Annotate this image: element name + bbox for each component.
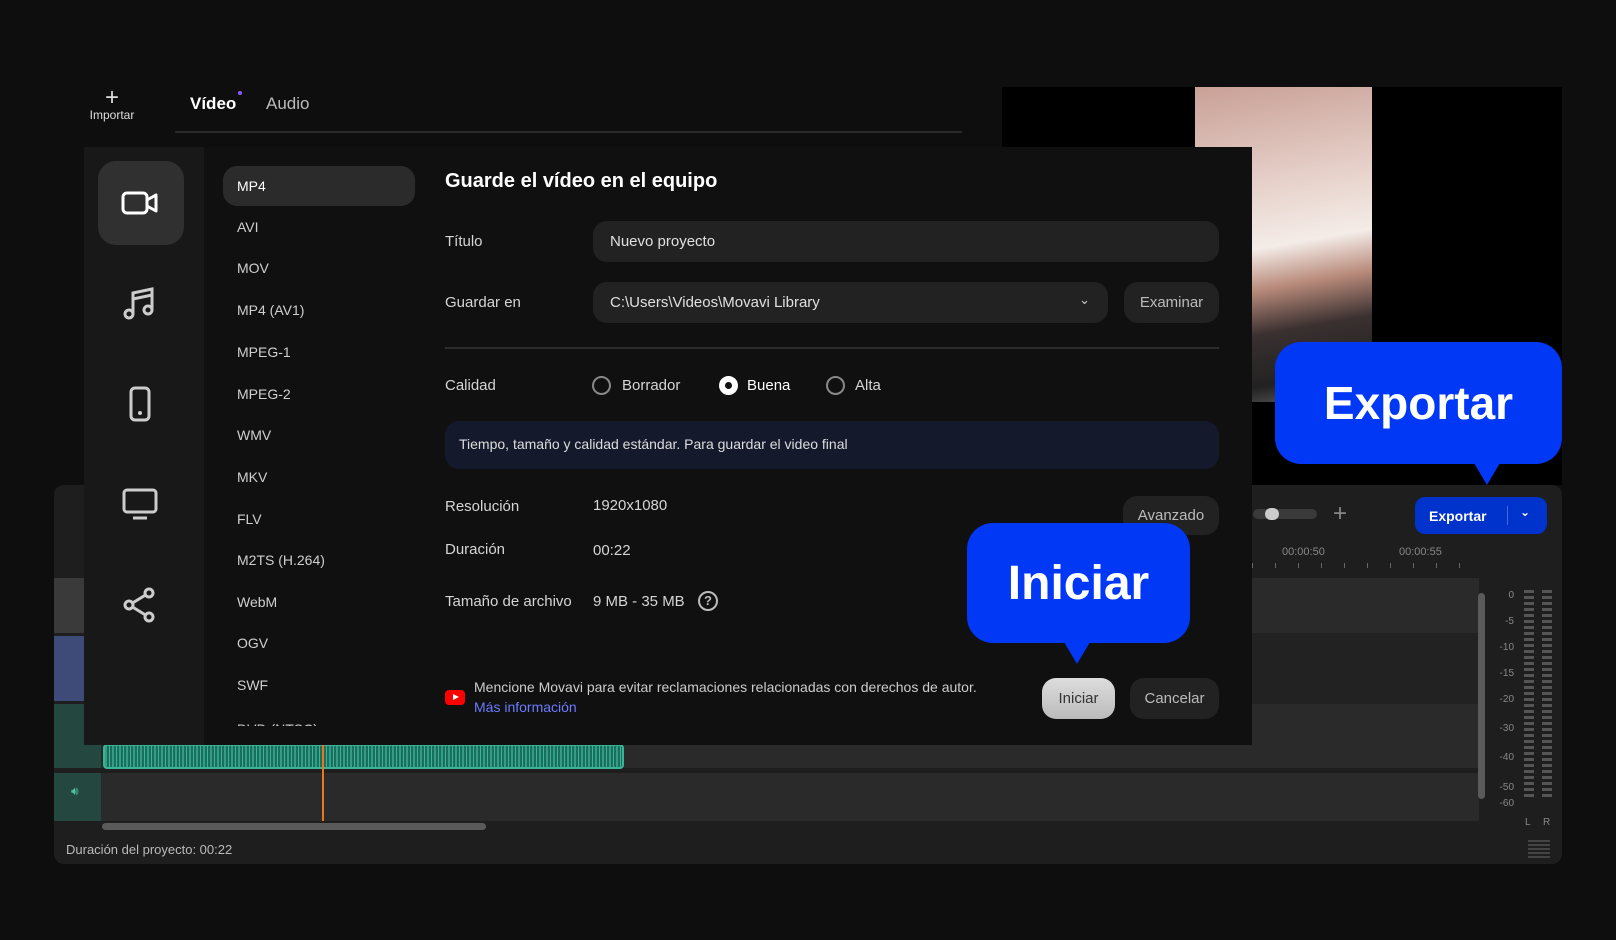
tab-indicator-dot xyxy=(238,91,242,95)
start-callout: Iniciar xyxy=(967,523,1190,643)
monitor-icon[interactable] xyxy=(120,484,160,524)
start-button[interactable]: Iniciar xyxy=(1042,678,1115,719)
quality-radio-draft[interactable] xyxy=(592,376,611,395)
tab-video[interactable]: Vídeo xyxy=(190,94,236,114)
meter-label: -10 xyxy=(1499,642,1514,653)
meter-label: -60 xyxy=(1499,798,1514,809)
ruler-ticks xyxy=(1252,563,1472,568)
timestamp: 00:00:55 xyxy=(1399,546,1442,558)
quality-label: Calidad xyxy=(445,377,496,394)
quality-info-box: Tiempo, tamaño y calidad estándar. Para … xyxy=(445,421,1219,469)
export-callout-tail xyxy=(1474,463,1500,485)
help-icon[interactable]: ? xyxy=(698,591,718,611)
title-label: Título xyxy=(445,233,483,250)
format-item[interactable]: MOV xyxy=(223,248,415,288)
zoom-in-icon[interactable]: + xyxy=(1333,500,1347,528)
meter-label: -15 xyxy=(1499,668,1514,679)
video-icon[interactable] xyxy=(120,183,160,223)
timestamp: 00:00:50 xyxy=(1282,546,1325,558)
zoom-slider-thumb[interactable] xyxy=(1265,508,1279,520)
meter-label: -20 xyxy=(1499,694,1514,705)
format-item[interactable]: MKV xyxy=(223,457,415,497)
quality-option-label[interactable]: Buena xyxy=(747,377,790,394)
filesize-label: Tamaño de archivo xyxy=(445,593,572,610)
format-item[interactable]: OGV xyxy=(223,623,415,663)
copyright-notice: Mencione Movavi para evitar reclamacione… xyxy=(474,679,977,695)
meter-label: -5 xyxy=(1505,616,1514,627)
chevron-down-icon[interactable]: ⌄ xyxy=(1520,505,1530,519)
zoom-slider[interactable] xyxy=(1253,508,1317,520)
dialog-heading: Guarde el vídeo en el equipo xyxy=(445,170,718,192)
project-duration: Duración del proyecto: 00:22 xyxy=(66,842,233,857)
format-item[interactable]: DVD (NTSC) xyxy=(223,717,415,726)
duration-value: 00:22 xyxy=(593,542,631,559)
horizontal-scrollbar[interactable] xyxy=(102,823,486,830)
resolution-label: Resolución xyxy=(445,498,520,515)
resolution-value: 1920x1080 xyxy=(593,497,668,514)
cancel-button[interactable]: Cancelar xyxy=(1130,678,1219,719)
format-item[interactable]: AVI xyxy=(223,207,415,247)
title-input[interactable]: Nuevo proyecto xyxy=(593,221,1219,262)
duration-label: Duración xyxy=(445,541,506,558)
quality-option-label[interactable]: Alta xyxy=(855,377,881,394)
format-item[interactable]: M2TS (H.264) xyxy=(223,540,415,580)
youtube-icon xyxy=(445,690,465,705)
audio-meter-left xyxy=(1524,590,1534,800)
quality-radio-high[interactable] xyxy=(826,376,845,395)
quality-radio-good[interactable] xyxy=(719,376,738,395)
meter-channel-label: R xyxy=(1543,817,1551,828)
format-item[interactable]: SWF xyxy=(223,665,415,705)
share-icon[interactable] xyxy=(120,585,160,625)
speaker-icon[interactable]: 🔊︎ xyxy=(71,784,79,799)
playhead[interactable] xyxy=(322,740,324,821)
chevron-down-icon: ⌄ xyxy=(1079,292,1090,307)
more-info-link[interactable]: Más información xyxy=(474,699,577,715)
tab-divider xyxy=(175,131,962,133)
browse-button[interactable]: Examinar xyxy=(1124,282,1219,323)
format-item[interactable]: MPEG-1 xyxy=(223,332,415,372)
phone-icon[interactable] xyxy=(120,384,160,424)
quality-option-label[interactable]: Borrador xyxy=(622,377,680,394)
layout-toggle-icon[interactable] xyxy=(1528,840,1550,858)
plus-icon: + xyxy=(104,84,119,111)
meter-label: -30 xyxy=(1499,723,1514,734)
meter-channel-label: L xyxy=(1525,817,1531,828)
format-item[interactable]: MP4 (AV1) xyxy=(223,290,415,330)
save-location-label: Guardar en xyxy=(445,294,521,311)
format-item-mp4[interactable]: MP4 xyxy=(223,166,415,206)
tab-audio[interactable]: Audio xyxy=(266,94,309,114)
format-item[interactable]: WMV xyxy=(223,415,415,455)
export-callout: Exportar xyxy=(1275,342,1562,464)
divider xyxy=(445,347,1219,349)
audio-meter-right xyxy=(1542,590,1552,800)
export-button[interactable]: Exportar ⌄ xyxy=(1415,497,1547,534)
start-callout-tail xyxy=(1064,642,1090,664)
import-button[interactable]: + Importar xyxy=(84,84,140,123)
meter-label: -40 xyxy=(1499,752,1514,763)
filesize-value: 9 MB - 35 MB xyxy=(593,593,685,610)
format-item[interactable]: WebM xyxy=(223,582,415,622)
vertical-scrollbar[interactable] xyxy=(1478,593,1485,799)
format-item[interactable]: MPEG-2 xyxy=(223,374,415,414)
music-icon[interactable] xyxy=(120,283,160,323)
format-item[interactable]: FLV xyxy=(223,499,415,539)
audio-clip-waveform[interactable] xyxy=(103,744,624,769)
divider xyxy=(1507,506,1508,525)
save-location-select[interactable]: C:\Users\Videos\Movavi Library ⌄ xyxy=(593,282,1108,323)
track-row xyxy=(101,773,1479,821)
meter-label: -50 xyxy=(1499,782,1514,793)
meter-label: 0 xyxy=(1508,590,1514,601)
